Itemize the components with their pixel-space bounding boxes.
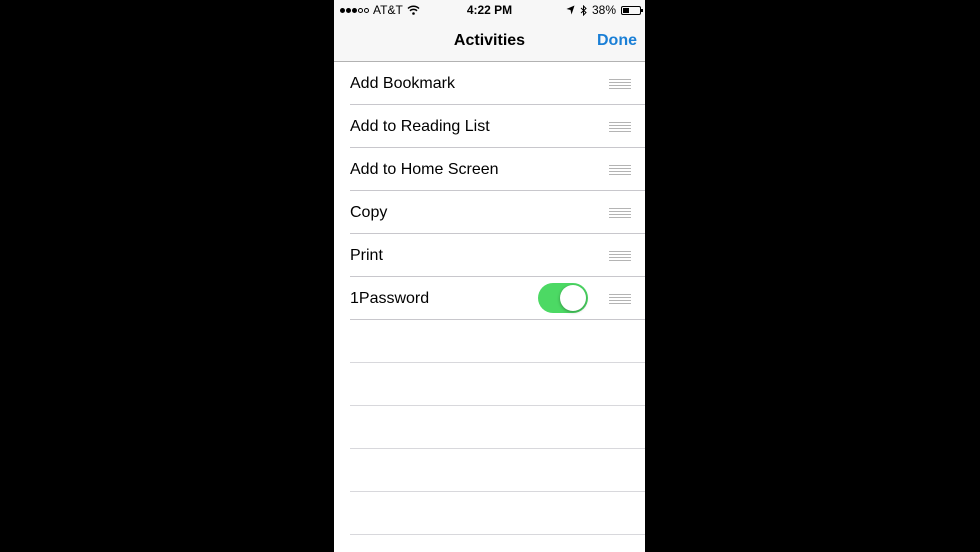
- list-item-add-to-reading-list: Add to Reading List: [334, 105, 645, 148]
- list-item-copy: Copy: [334, 191, 645, 234]
- list-item-label: Add to Reading List: [350, 118, 490, 135]
- empty-row: [334, 320, 645, 363]
- reorder-handle-icon[interactable]: [609, 208, 631, 218]
- reorder-handle-icon[interactable]: [609, 165, 631, 175]
- reorder-handle-icon[interactable]: [609, 294, 631, 304]
- battery-fill: [623, 7, 629, 13]
- reorder-handle-icon[interactable]: [609, 79, 631, 89]
- list-item-label: Print: [350, 247, 383, 264]
- list-item-label: Copy: [350, 204, 388, 221]
- battery-percent: 38%: [591, 3, 616, 17]
- empty-row: [334, 406, 645, 449]
- reorder-handle-icon[interactable]: [609, 122, 631, 132]
- list-item-label: Add to Home Screen: [350, 161, 499, 178]
- list-item-print: Print: [334, 234, 645, 277]
- list-item-label: 1Password: [350, 290, 430, 307]
- empty-row: [334, 363, 645, 406]
- location-arrow-icon: [566, 5, 575, 15]
- list-item-add-to-home-screen: Add to Home Screen: [334, 148, 645, 191]
- list-item-add-bookmark: Add Bookmark: [334, 62, 645, 105]
- status-bar: AT&T 4:22 PM 38%: [334, 0, 645, 20]
- toggle-knob: [560, 285, 586, 311]
- empty-row: [334, 449, 645, 492]
- list-item-label: Add Bookmark: [350, 75, 455, 92]
- reorder-handle-icon[interactable]: [609, 251, 631, 261]
- empty-row: [334, 492, 645, 535]
- activities-list: Add Bookmark Add to Reading List Add to …: [334, 62, 645, 535]
- navigation-bar: Activities Done: [334, 20, 645, 62]
- done-button[interactable]: Done: [597, 32, 637, 50]
- 1password-toggle[interactable]: [538, 283, 588, 313]
- bluetooth-icon: [580, 4, 587, 16]
- list-item-1password: 1Password: [334, 277, 645, 320]
- battery-icon: [621, 5, 643, 15]
- status-right: 38%: [566, 3, 643, 17]
- phone-screen: AT&T 4:22 PM 38% Activities Done Add Boo…: [334, 0, 645, 552]
